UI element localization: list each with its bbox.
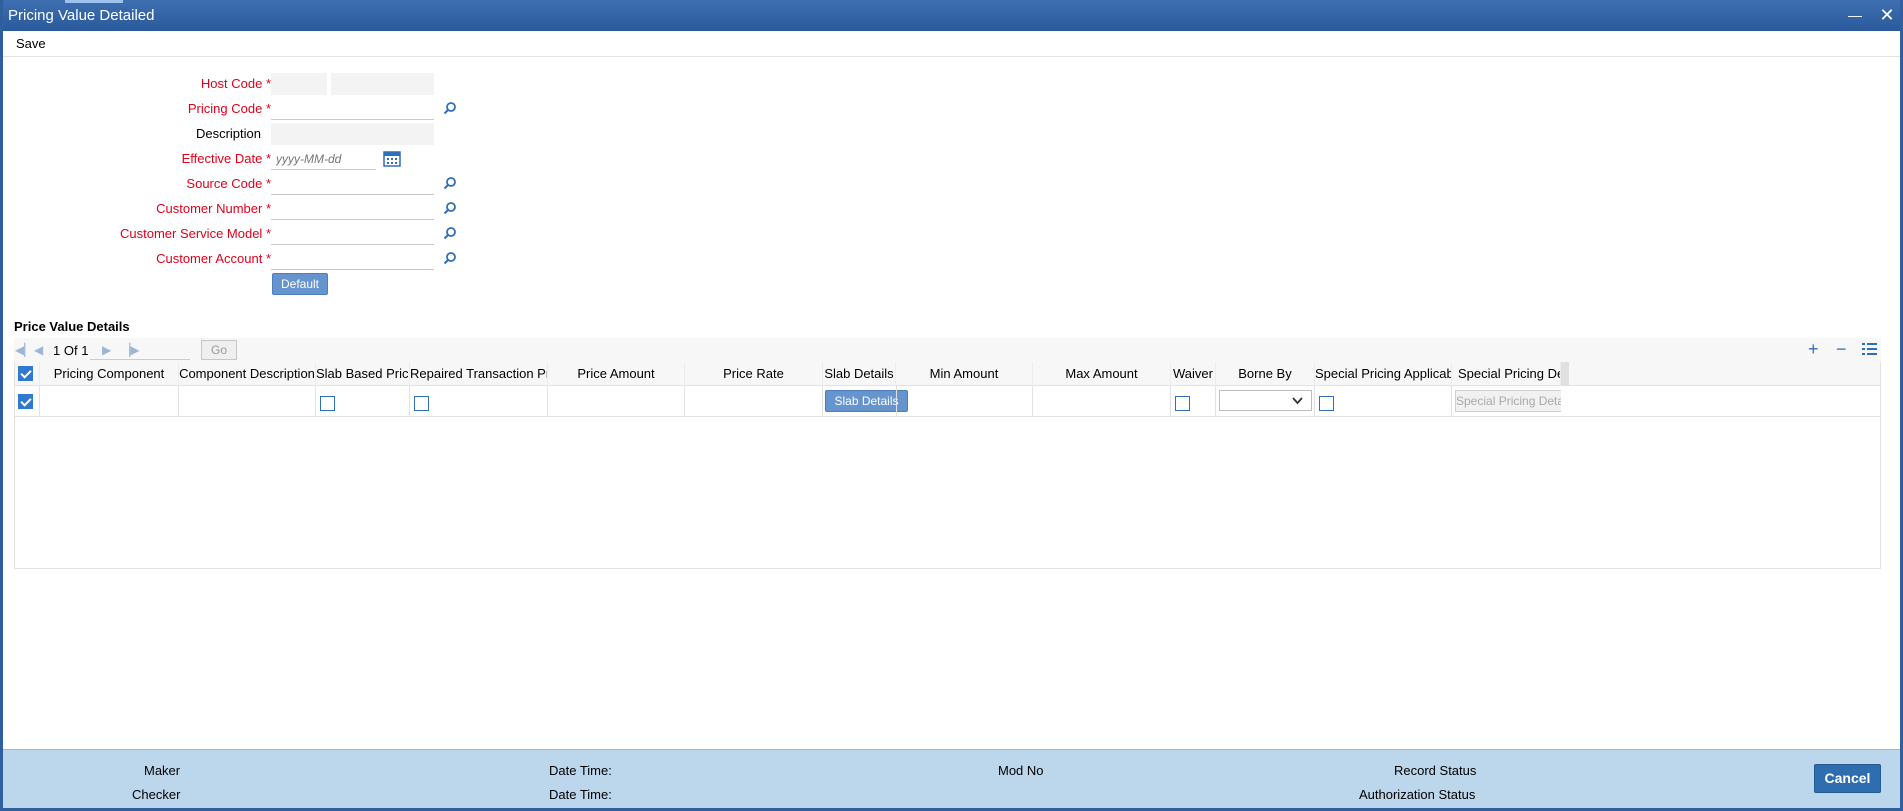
customer-number-search-icon[interactable] [443, 201, 457, 215]
max-amount-cell[interactable] [1033, 386, 1171, 417]
checker-date-time-label: Date Time: [549, 787, 612, 802]
row-select-checkbox[interactable] [18, 394, 33, 409]
grid-header: Pricing Component Component Description … [15, 362, 1880, 386]
row-select-cell [15, 386, 40, 417]
price-value-grid: Pricing Component Component Description … [14, 362, 1881, 569]
record-status-label: Record Status [1394, 763, 1477, 778]
pricing-code-search-icon[interactable] [443, 101, 457, 115]
borne-by-cell [1216, 386, 1315, 417]
mod-no-label: Mod No [998, 763, 1044, 778]
title-bar: Pricing Value Detailed — ✕ [3, 0, 1900, 31]
save-menu-item[interactable]: Save [16, 36, 46, 51]
pricing-code-label: Pricing Code * [187, 101, 271, 116]
special-pricing-details-button[interactable]: Special Pricing Details [1455, 390, 1561, 412]
repaired-transaction-price-cell [410, 386, 548, 417]
source-code-search-icon[interactable] [443, 176, 457, 190]
single-view-icon[interactable] [1862, 342, 1877, 356]
col-slab-details: Slab Details [823, 362, 896, 386]
col-special-pricing-applicable: Special Pricing Applicable [1315, 362, 1452, 386]
col-price-rate: Price Rate [685, 362, 823, 386]
first-page-icon[interactable]: ◀▏ [15, 343, 33, 357]
waiver-checkbox[interactable] [1175, 396, 1190, 411]
maker-date-time-label: Date Time: [549, 763, 612, 778]
price-value-details-title: Price Value Details [14, 319, 130, 334]
chevron-down-icon [1292, 397, 1303, 405]
page-number-input[interactable] [90, 340, 190, 360]
pricing-value-detailed-window: Pricing Value Detailed — ✕ Save Host Cod… [0, 0, 1903, 811]
audit-footer: Maker Checker Date Time: Date Time: Mod … [3, 749, 1900, 808]
host-code-description [331, 73, 434, 95]
effective-date-label: Effective Date * [181, 151, 271, 166]
slab-based-price-checkbox[interactable] [320, 396, 335, 411]
price-amount-cell[interactable] [548, 386, 685, 417]
min-amount-cell[interactable] [896, 386, 1033, 417]
source-code-input[interactable] [271, 173, 434, 195]
customer-service-model-search-icon[interactable] [443, 226, 457, 240]
slab-based-price-cell [316, 386, 410, 417]
customer-service-model-label: Customer Service Model * [119, 226, 271, 241]
customer-number-input[interactable] [271, 198, 434, 220]
authorization-status-label: Authorization Status [1359, 787, 1476, 802]
default-button[interactable]: Default [272, 273, 328, 295]
source-code-label: Source Code * [186, 176, 271, 191]
special-pricing-details-cell: Special Pricing Details [1452, 386, 1561, 417]
customer-account-input[interactable] [271, 248, 434, 270]
add-row-icon[interactable]: + [1808, 339, 1819, 360]
grid-toolbar: ◀▏ ◀ 1 Of 1 ▶ ▕▶ Go + − [14, 338, 1881, 362]
col-repaired-transaction-price: Repaired Transaction Price [410, 362, 548, 386]
customer-account-search-icon[interactable] [443, 251, 457, 265]
waiver-cell [1171, 386, 1216, 417]
borne-by-select[interactable] [1219, 390, 1312, 411]
page-indicator: 1 Of 1 [53, 343, 89, 358]
minimize-icon[interactable]: — [1844, 4, 1866, 26]
customer-number-label: Customer Number * [156, 201, 271, 216]
col-max-amount: Max Amount [1033, 362, 1171, 386]
price-rate-cell[interactable] [685, 386, 823, 417]
special-pricing-applicable-checkbox[interactable] [1319, 396, 1334, 411]
customer-service-model-input[interactable] [271, 223, 434, 245]
col-waiver: Waiver [1171, 362, 1216, 386]
col-price-amount: Price Amount [548, 362, 685, 386]
go-button[interactable]: Go [201, 340, 237, 360]
host-code-input[interactable] [271, 73, 327, 95]
close-icon[interactable]: ✕ [1876, 4, 1898, 26]
select-all-checkbox[interactable] [18, 366, 33, 381]
col-min-amount: Min Amount [896, 362, 1033, 386]
col-component-description: Component Description [179, 362, 316, 386]
col-borne-by: Borne By [1216, 362, 1315, 386]
previous-page-icon[interactable]: ◀ [34, 343, 43, 357]
effective-date-input[interactable] [271, 148, 376, 170]
window-title: Pricing Value Detailed [8, 7, 155, 24]
description-label: Description [195, 126, 261, 141]
cancel-button[interactable]: Cancel [1814, 764, 1881, 793]
col-slab-based-price: Slab Based Price [316, 362, 410, 386]
menu-bar: Save [3, 31, 1900, 57]
select-all-cell [15, 362, 40, 386]
customer-account-label: Customer Account * [156, 251, 271, 266]
pricing-component-cell[interactable] [40, 386, 179, 417]
col-pricing-component: Pricing Component [40, 362, 179, 386]
table-row: Slab Details Special Pricing Details [15, 386, 1880, 417]
delete-row-icon[interactable]: − [1836, 339, 1847, 360]
pricing-code-input[interactable] [271, 98, 434, 120]
col-special-pricing-details: Special Pricing Details [1452, 362, 1561, 386]
checker-label: Checker [132, 787, 181, 802]
title-tab-indicator [65, 0, 123, 3]
maker-label: Maker [144, 763, 181, 778]
special-pricing-applicable-cell [1315, 386, 1452, 417]
slab-details-cell: Slab Details [823, 386, 908, 417]
description-input [271, 123, 434, 145]
repaired-transaction-price-checkbox[interactable] [414, 396, 429, 411]
host-code-label: Host Code * [200, 76, 271, 91]
component-description-cell[interactable] [179, 386, 316, 417]
calendar-icon[interactable] [383, 150, 401, 167]
header-scroll-stub [1561, 362, 1569, 386]
